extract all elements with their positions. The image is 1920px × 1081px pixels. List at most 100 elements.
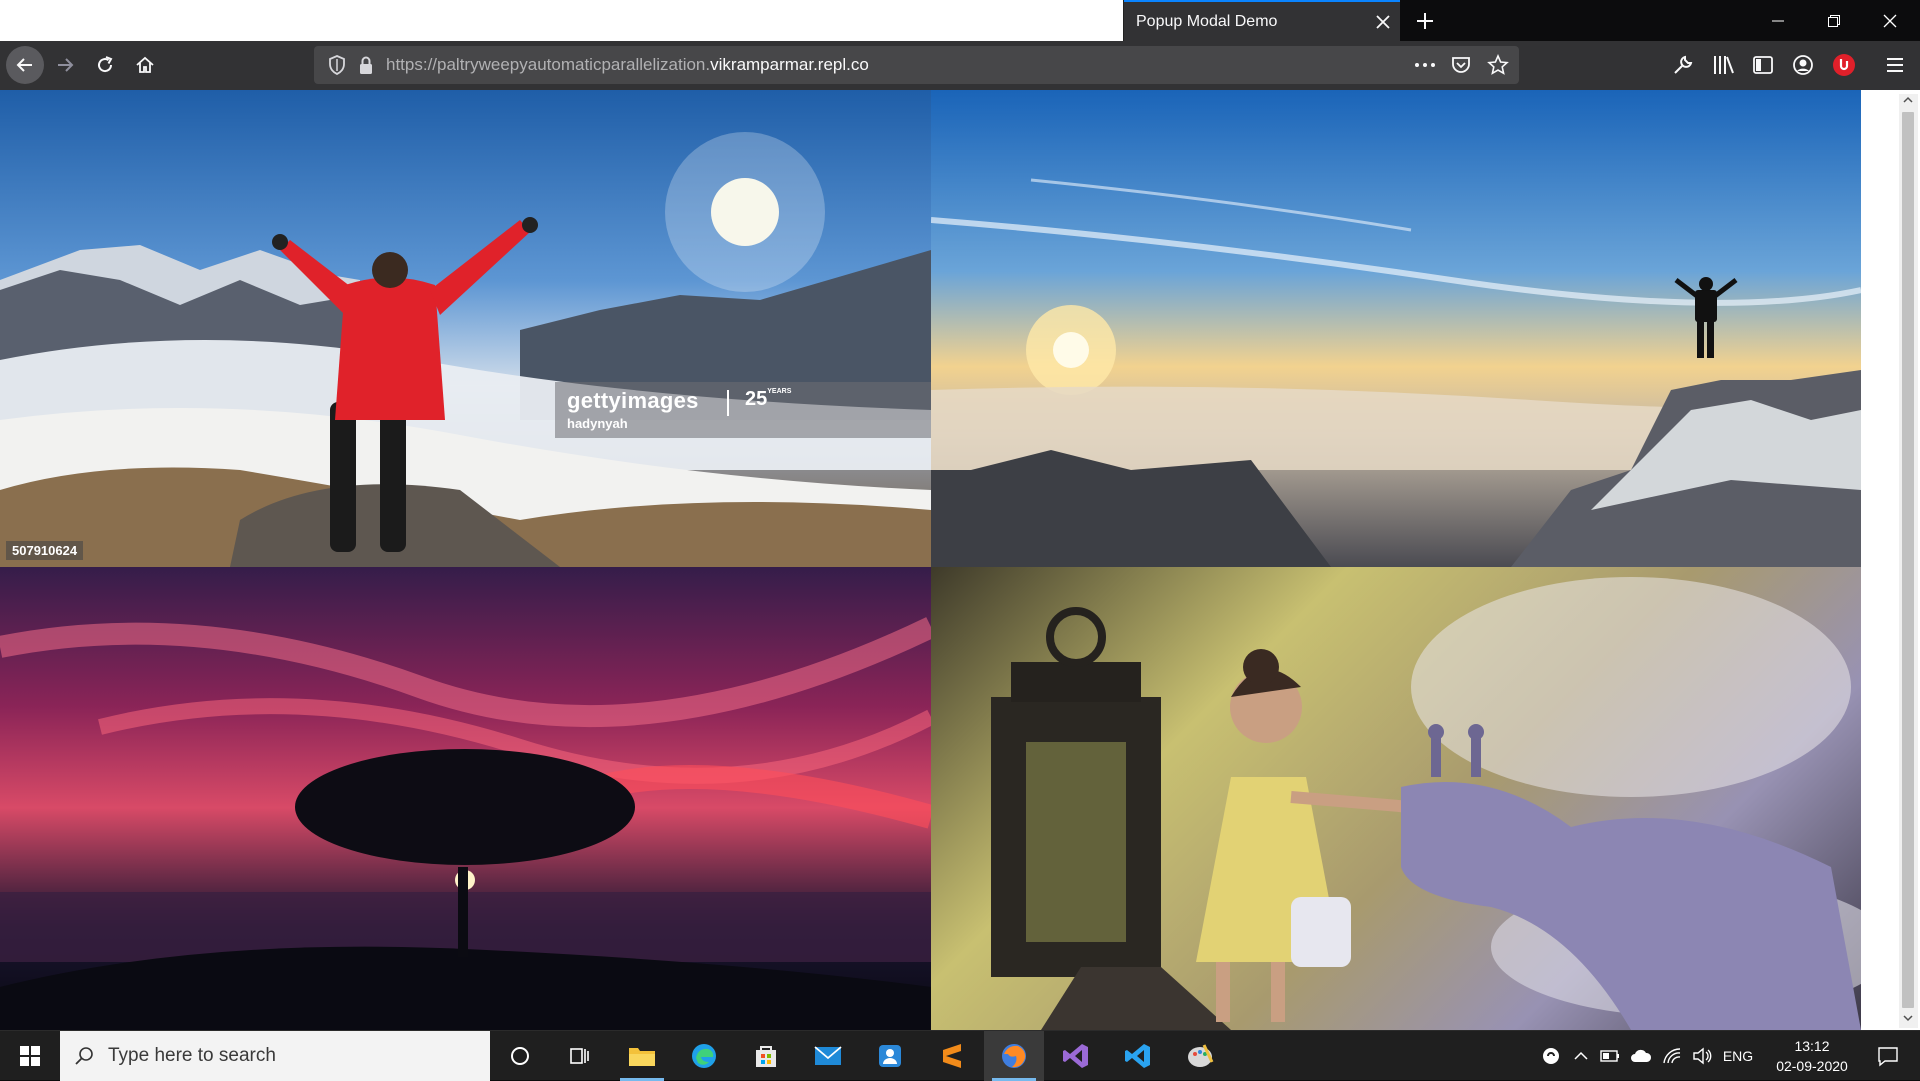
watermark-author: hadynyah (567, 416, 628, 431)
onedrive-tray[interactable] (1626, 1031, 1656, 1081)
url-domain: vikramparmar.repl.co (710, 55, 869, 74)
store-icon (756, 1046, 776, 1067)
restore-button[interactable] (1806, 0, 1862, 41)
battery-status[interactable] (1596, 1031, 1624, 1081)
sublime-text-app[interactable] (922, 1031, 982, 1081)
clock-time: 13:12 (1794, 1038, 1830, 1054)
home-icon (136, 56, 154, 73)
visual-studio-app[interactable] (1046, 1031, 1106, 1081)
back-button[interactable] (6, 46, 44, 84)
watermark-years: 25YEARS (745, 388, 791, 411)
new-tab-button[interactable] (1404, 0, 1446, 41)
arrow-right-icon (58, 58, 74, 72)
minimize-button[interactable] (1750, 0, 1806, 41)
restore-icon (1828, 14, 1840, 27)
minimize-icon (1772, 20, 1784, 21)
account-icon[interactable] (1792, 54, 1814, 76)
arrow-left-icon (16, 58, 32, 72)
tab-popup-modal-demo[interactable]: Popup Modal Demo (1124, 0, 1400, 41)
onedrive-app[interactable] (860, 1031, 920, 1081)
taskbar-clock[interactable]: 13:12 02-09-2020 (1762, 1036, 1862, 1076)
library-icon[interactable] (1712, 54, 1736, 76)
palette-icon (1188, 1044, 1214, 1067)
watermark-years-suffix: YEARS (767, 388, 792, 395)
close-window-button[interactable] (1862, 0, 1918, 41)
edge-icon (692, 1044, 716, 1068)
file-explorer-app[interactable] (612, 1031, 672, 1081)
sidebar-icon[interactable] (1752, 54, 1774, 76)
speaker-icon (1693, 1047, 1712, 1065)
mail-icon (814, 1046, 842, 1065)
windows-taskbar: Type here to search ENG 13:12 02-09-2020 (0, 1030, 1920, 1081)
navigation-toolbar: https://paltryweepyautomaticparallelizat… (0, 41, 1920, 90)
search-placeholder: Type here to search (108, 1045, 276, 1066)
watermark-brand: gettyimages (567, 388, 699, 413)
mail-app[interactable] (798, 1031, 858, 1081)
hamburger-menu-icon[interactable] (1885, 55, 1905, 75)
pocket-icon[interactable] (1451, 55, 1471, 75)
task-view-button[interactable] (550, 1031, 610, 1081)
watermark-years-number: 25 (745, 388, 768, 410)
scroll-down-arrow-icon[interactable] (1902, 1012, 1914, 1024)
sunset-tree-illustration (0, 617, 931, 1030)
plus-icon (1417, 12, 1433, 29)
photo-tree-sunset (0, 567, 931, 1030)
store-app[interactable] (736, 1031, 796, 1081)
cortana-icon (511, 1047, 529, 1065)
cortana-button[interactable] (490, 1031, 550, 1081)
url-text: https://paltryweepyautomaticparallelizat… (386, 46, 869, 84)
firefox-icon (1002, 1044, 1026, 1068)
url-prefix: https://paltryweepyautomaticparallelizat… (386, 55, 711, 74)
paint-app[interactable] (1170, 1031, 1230, 1081)
notification-icon (1878, 1047, 1898, 1067)
show-hidden-icons-button[interactable] (1568, 1031, 1594, 1081)
mountain-scene-illustration (0, 132, 931, 567)
vscode-icon (1125, 1044, 1150, 1068)
action-center-button[interactable] (1866, 1031, 1910, 1081)
clouds-scene-illustration (931, 178, 1861, 567)
tab-strip-blank (0, 0, 1124, 41)
shield-icon[interactable] (328, 55, 346, 75)
taskbar-search-box[interactable]: Type here to search (60, 1031, 490, 1081)
folder-icon (629, 1048, 655, 1066)
girl-giraffe-illustration (991, 577, 1861, 1030)
wifi-icon (1663, 1048, 1681, 1064)
vscode-app[interactable] (1108, 1031, 1168, 1081)
photo-girl-giraffe (931, 567, 1861, 1030)
person-blue-icon (879, 1045, 901, 1067)
scroll-up-arrow-icon[interactable] (1902, 94, 1914, 106)
clock-date: 02-09-2020 (1776, 1058, 1848, 1074)
star-icon[interactable] (1487, 54, 1509, 76)
home-button[interactable] (126, 46, 164, 84)
scrollbar-thumb[interactable] (1902, 112, 1914, 1008)
tray-app-icon[interactable] (1536, 1031, 1566, 1081)
network-status[interactable] (1658, 1031, 1686, 1081)
close-tab-icon[interactable] (1366, 5, 1400, 39)
firefox-app[interactable] (984, 1031, 1044, 1081)
title-bar: Popup Modal Demo (0, 0, 1920, 41)
task-view-icon (570, 1048, 589, 1064)
edge-app[interactable] (674, 1031, 734, 1081)
photo-silhouette-above-clouds (931, 90, 1861, 567)
chevron-up-icon (1574, 1051, 1588, 1060)
more-horizontal-icon[interactable] (1414, 55, 1436, 75)
start-button[interactable] (0, 1031, 60, 1081)
input-language[interactable]: ENG (1718, 1031, 1758, 1081)
close-icon (1883, 14, 1897, 27)
tray-circle-icon (1543, 1048, 1559, 1064)
volume-control[interactable] (1688, 1031, 1716, 1081)
windows-logo-icon (20, 1046, 40, 1066)
wrench-icon[interactable] (1672, 54, 1694, 76)
red-extension-icon[interactable] (1832, 53, 1856, 77)
getty-watermark: gettyimages hadynyah 25YEARS (555, 382, 931, 438)
lock-icon[interactable] (358, 55, 374, 75)
sublime-icon (943, 1044, 961, 1068)
battery-icon (1600, 1050, 1619, 1062)
tab-title: Popup Modal Demo (1136, 12, 1278, 30)
url-bar[interactable]: https://paltryweepyautomaticparallelizat… (314, 46, 1519, 84)
reload-button[interactable] (86, 46, 124, 84)
visual-studio-icon (1063, 1044, 1088, 1068)
forward-button[interactable] (46, 46, 84, 84)
photo-mountain-climber: gettyimages hadynyah 25YEARS 507910624 (0, 90, 931, 567)
reload-icon (98, 56, 113, 73)
